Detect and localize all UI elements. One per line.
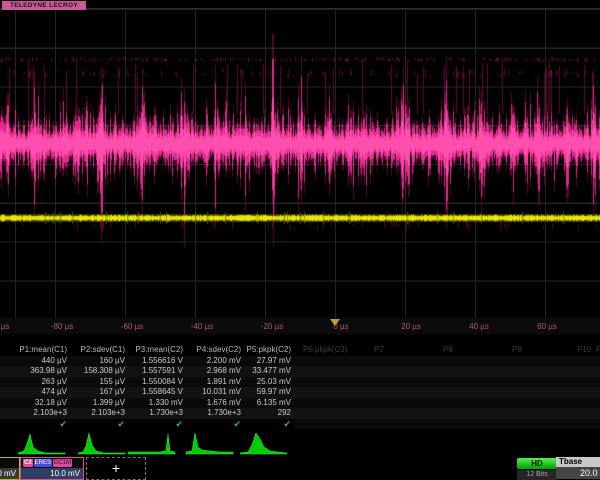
hd-mode-badge[interactable]: HD xyxy=(517,458,557,469)
table-cell: 158.308 µV xyxy=(70,366,128,377)
table-cell: 6.135 mV xyxy=(244,398,294,409)
c2-eres-badge: ERES xyxy=(34,459,52,467)
measurement-table: P1:mean(C1)P2:sdev(C1)P3:mean(C2)P4:sdev… xyxy=(0,345,600,429)
c1-vdiv-value: 10.0 mV xyxy=(0,468,19,479)
table-cell: 32.18 µV xyxy=(0,398,70,409)
timebase-descriptor[interactable]: Tbase 20.0 µs/div xyxy=(556,457,600,479)
table-cell: 167 µV xyxy=(70,387,128,398)
c2-coupling-badge: DC1M xyxy=(53,459,72,467)
inactive-param-header[interactable]: P6:pkpk(C3) xyxy=(303,345,347,354)
table-row: 263 µV155 µV1.550084 V1.891 mV25.03 mV xyxy=(0,377,600,388)
timeline-tick-label: 20 µs xyxy=(381,322,441,331)
table-cell: 2.200 mV xyxy=(186,356,244,367)
timeline-tick-label: -20 µs xyxy=(242,322,302,331)
parameter-histicon[interactable] xyxy=(78,430,126,456)
table-cell: ✔ xyxy=(0,419,70,430)
inactive-param-header[interactable]: P10 xyxy=(577,345,591,354)
waveform-canvas xyxy=(0,0,600,318)
table-cell: 474 µV xyxy=(0,387,70,398)
table-cell: 59.97 mV xyxy=(244,387,294,398)
table-cell: 363.98 µV xyxy=(0,366,70,377)
table-cell: 1.330 mV xyxy=(128,398,186,409)
timeline-tick-label: 40 µs xyxy=(449,322,509,331)
table-cell: 1.730e+3 xyxy=(128,408,186,419)
table-cell: 1.891 mV xyxy=(186,377,244,388)
oscilloscope-screen: TELEDYNE LECROY -100 µs -80 µs -60 µs -40 µ… xyxy=(0,0,600,480)
timeline-tick-label: -80 µs xyxy=(32,322,92,331)
table-cell[interactable]: P1:mean(C1) xyxy=(0,345,70,356)
table-cell: 263 µV xyxy=(0,377,70,388)
timeline-tick-label: -60 µs xyxy=(102,322,162,331)
timebase-title: Tbase xyxy=(556,457,600,467)
timeline-tick-label: 0 µs xyxy=(311,322,371,331)
timeline-tick-label: -40 µs xyxy=(172,322,232,331)
channel-c1-descriptor[interactable]: C1 DC1M 10.0 mV xyxy=(0,457,20,480)
parameter-histicon[interactable] xyxy=(18,430,66,456)
table-cell: 1.558645 V xyxy=(128,387,186,398)
table-cell: 1.556616 V xyxy=(128,356,186,367)
table-cell: ✔ xyxy=(244,419,294,430)
table-status-row: ✔✔✔✔✔ xyxy=(0,419,600,430)
table-row: 363.98 µV158.308 µV1.557591 V2.968 mV33.… xyxy=(0,366,600,377)
timeline-tick-label: 60 µs xyxy=(517,322,577,331)
table-cell: 1.730e+3 xyxy=(186,408,244,419)
table-cell: 292 xyxy=(244,408,294,419)
trigger-position-marker[interactable] xyxy=(330,319,340,326)
table-cell: 1.399 µV xyxy=(70,398,128,409)
channel-c2-descriptor[interactable]: C2 ERES DC1M 10.0 mV xyxy=(20,457,84,480)
table-row: 440 µV160 µV1.556616 V2.200 mV27.97 mV xyxy=(0,356,600,367)
table-cell: 1.550084 V xyxy=(128,377,186,388)
table-cell: 25.03 mV xyxy=(244,377,294,388)
table-cell[interactable]: P5:pkpk(C2) xyxy=(244,345,294,356)
table-cell: 1.557591 V xyxy=(128,366,186,377)
table-cell: 440 µV xyxy=(0,356,70,367)
table-cell: 2.103e+3 xyxy=(0,408,70,419)
plus-icon: + xyxy=(87,458,145,479)
table-header-row: P1:mean(C1)P2:sdev(C1)P3:mean(C2)P4:sdev… xyxy=(0,345,600,356)
table-cell[interactable]: P3:mean(C2) xyxy=(128,345,186,356)
parameter-histicon[interactable] xyxy=(186,430,234,456)
table-cell: 33.477 mV xyxy=(244,366,294,377)
inactive-param-header[interactable]: P8 xyxy=(443,345,453,354)
table-row: 2.103e+32.103e+31.730e+31.730e+3292 xyxy=(0,408,600,419)
table-cell: ✔ xyxy=(186,419,244,430)
histicon-row xyxy=(0,430,600,456)
timeline-ruler: -100 µs -80 µs -60 µs -40 µs -20 µs 0 µs 20 µs… xyxy=(0,318,600,334)
parameter-histicon[interactable] xyxy=(240,430,288,456)
table-cell: 155 µV xyxy=(70,377,128,388)
table-cell[interactable]: P4:sdev(C2) xyxy=(186,345,244,356)
table-row: 32.18 µV1.399 µV1.330 mV1.676 mV6.135 mV xyxy=(0,398,600,409)
table-cell[interactable]: P2:sdev(C1) xyxy=(70,345,128,356)
table-cell: 10.031 mV xyxy=(186,387,244,398)
brand-logo: TELEDYNE LECROY xyxy=(2,1,86,10)
descriptor-bar: C1 DC1M 10.0 mV C2 ERES DC1M 10.0 mV + xyxy=(0,456,600,480)
table-cell: 2.968 mV xyxy=(186,366,244,377)
inactive-param-header[interactable]: P11 xyxy=(596,345,600,354)
timeline-tick-label: -100 µs xyxy=(0,322,26,331)
c2-label: C2 xyxy=(23,459,33,467)
timebase-value: 20.0 µs/div xyxy=(556,467,600,479)
table-cell: 27.97 mV xyxy=(244,356,294,367)
inactive-param-header[interactable]: P7 xyxy=(374,345,384,354)
table-cell: 1.676 mV xyxy=(186,398,244,409)
table-row: 474 µV167 µV1.558645 V10.031 mV59.97 mV xyxy=(0,387,600,398)
table-cell: 160 µV xyxy=(70,356,128,367)
parameter-histicon[interactable] xyxy=(128,430,176,456)
inactive-param-header[interactable]: P9 xyxy=(512,345,522,354)
add-trace-box[interactable]: + xyxy=(86,457,146,480)
table-cell: ✔ xyxy=(128,419,186,430)
table-cell: ✔ xyxy=(70,419,128,430)
c2-vdiv-value: 10.0 mV xyxy=(21,468,83,479)
bit-depth-label: 12 Bits xyxy=(517,470,557,480)
table-cell: 2.103e+3 xyxy=(70,408,128,419)
